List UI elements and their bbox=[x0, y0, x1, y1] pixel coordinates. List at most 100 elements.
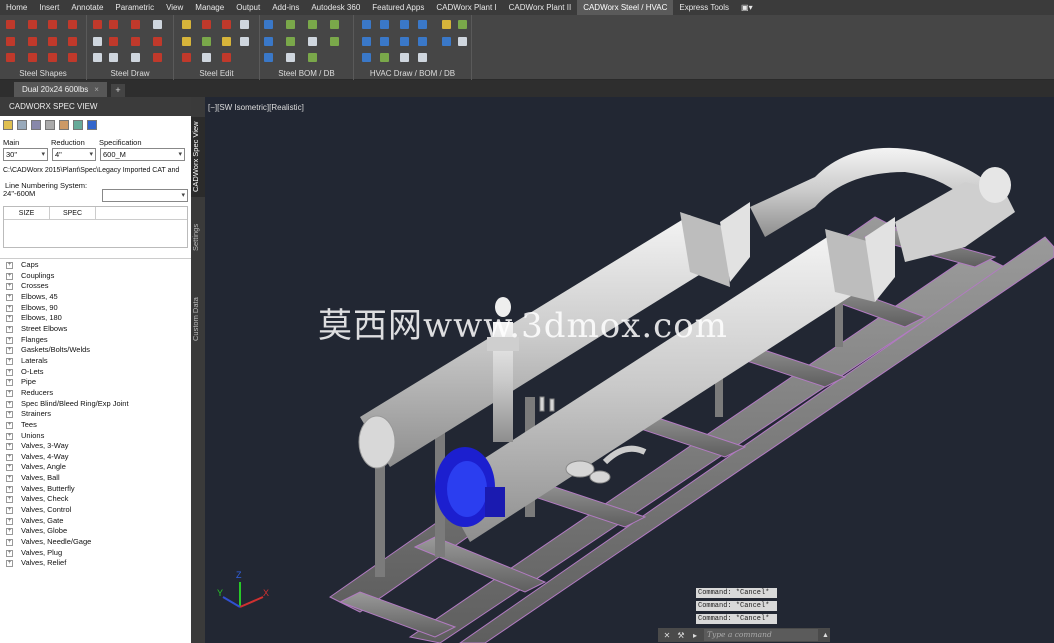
ribbon-tab[interactable]: Output bbox=[230, 0, 266, 15]
tree-item[interactable]: + Crosses bbox=[0, 281, 191, 292]
side-tab-custom-data[interactable]: Custom Data bbox=[191, 292, 205, 347]
tree-item[interactable]: + Elbows, 180 bbox=[0, 313, 191, 324]
expand-icon[interactable]: + bbox=[6, 411, 13, 419]
size-column-header[interactable]: SIZE bbox=[4, 207, 50, 219]
expand-icon[interactable]: + bbox=[6, 560, 13, 568]
ribbon-options-icon[interactable]: ▣▾ bbox=[735, 0, 759, 15]
tree-item[interactable]: + O-Lets bbox=[0, 367, 191, 378]
expand-icon[interactable]: + bbox=[6, 539, 13, 547]
expand-icon[interactable]: + bbox=[6, 549, 13, 557]
steel-shape-icon[interactable] bbox=[28, 20, 37, 29]
ribbon-tab[interactable]: CADWorx Steel / HVAC bbox=[577, 0, 674, 15]
tree-item[interactable]: + Gaskets/Bolts/Welds bbox=[0, 345, 191, 356]
expand-icon[interactable]: + bbox=[6, 464, 13, 472]
expand-icon[interactable]: + bbox=[6, 528, 13, 536]
ribbon-tab[interactable]: Home bbox=[0, 0, 33, 15]
steel-shape-icon[interactable] bbox=[6, 20, 15, 29]
expand-icon[interactable]: + bbox=[6, 475, 13, 483]
tree-item[interactable]: + Unions bbox=[0, 431, 191, 442]
steel-shape-icon[interactable] bbox=[68, 20, 77, 29]
steel-bom-icon[interactable] bbox=[308, 53, 317, 62]
steel-shape-icon[interactable] bbox=[48, 20, 57, 29]
tree-item[interactable]: + Elbows, 45 bbox=[0, 292, 191, 303]
expand-icon[interactable]: + bbox=[6, 443, 13, 451]
ribbon-tab[interactable]: View bbox=[160, 0, 189, 15]
expand-icon[interactable]: + bbox=[6, 315, 13, 323]
hvac-icon[interactable] bbox=[418, 20, 427, 29]
line-numbering-select[interactable] bbox=[102, 189, 188, 202]
steel-shape-icon[interactable] bbox=[68, 53, 77, 62]
tree-item[interactable]: + Spec Blind/Bleed Ring/Exp Joint bbox=[0, 399, 191, 410]
hvac-icon[interactable] bbox=[400, 53, 409, 62]
steel-draw-icon[interactable] bbox=[131, 37, 140, 46]
steel-edit-icon[interactable] bbox=[240, 20, 249, 29]
steel-edit-icon[interactable] bbox=[182, 37, 191, 46]
viewport-controls-label[interactable]: [−][SW Isometric][Realistic] bbox=[208, 103, 304, 112]
steel-bom-icon[interactable] bbox=[286, 37, 295, 46]
wrench-icon[interactable]: ⚒ bbox=[676, 631, 686, 640]
steel-edit-icon[interactable] bbox=[182, 20, 191, 29]
hvac-icon[interactable] bbox=[380, 53, 389, 62]
hvac-icon[interactable] bbox=[362, 53, 371, 62]
expand-icon[interactable]: + bbox=[6, 485, 13, 493]
expand-icon[interactable]: + bbox=[6, 379, 13, 387]
steel-shape-icon[interactable] bbox=[48, 37, 57, 46]
steel-draw-icon[interactable] bbox=[109, 37, 118, 46]
steel-edit-icon[interactable] bbox=[222, 20, 231, 29]
tree-item[interactable]: + Valves, Globe bbox=[0, 526, 191, 537]
steel-draw-icon[interactable] bbox=[109, 53, 118, 62]
tree-item[interactable]: + Reducers bbox=[0, 388, 191, 399]
steel-bom-icon[interactable] bbox=[308, 20, 317, 29]
steel-shape-icon[interactable] bbox=[28, 53, 37, 62]
tree-item[interactable]: + Valves, Angle bbox=[0, 462, 191, 473]
settings-icon[interactable] bbox=[73, 120, 83, 130]
steel-edit-icon[interactable] bbox=[202, 20, 211, 29]
command-prompt-icon[interactable]: ▸ bbox=[690, 631, 700, 640]
hvac-icon[interactable] bbox=[418, 53, 427, 62]
steel-bom-icon[interactable] bbox=[286, 53, 295, 62]
table-icon[interactable] bbox=[31, 120, 41, 130]
expand-icon[interactable]: + bbox=[6, 272, 13, 280]
ribbon-tab[interactable]: Featured Apps bbox=[366, 0, 430, 15]
model-viewport[interactable]: Z X Y [−][SW Isometric][Realistic] 莫西网ww… bbox=[205, 97, 1054, 643]
specification-select[interactable]: 600_M bbox=[100, 148, 185, 161]
steel-draw-icon[interactable] bbox=[153, 37, 162, 46]
expand-icon[interactable]: + bbox=[6, 389, 13, 397]
ribbon-tab[interactable]: Insert bbox=[33, 0, 65, 15]
expand-icon[interactable]: + bbox=[6, 283, 13, 291]
folder-icon[interactable] bbox=[59, 120, 69, 130]
ribbon-tab[interactable]: CADWorx Plant II bbox=[503, 0, 578, 15]
expand-icon[interactable]: + bbox=[6, 262, 13, 269]
refresh-icon[interactable] bbox=[17, 120, 27, 130]
steel-shape-icon[interactable] bbox=[48, 53, 57, 62]
steel-draw-icon[interactable] bbox=[153, 53, 162, 62]
steel-edit-icon[interactable] bbox=[202, 53, 211, 62]
document-tab[interactable]: Dual 20x24 600lbs × bbox=[14, 82, 107, 97]
steel-draw-icon[interactable] bbox=[93, 53, 102, 62]
expand-icon[interactable]: + bbox=[6, 336, 13, 344]
tree-item[interactable]: + Valves, Relief bbox=[0, 558, 191, 569]
steel-shape-icon[interactable] bbox=[6, 53, 15, 62]
steel-draw-icon[interactable] bbox=[131, 53, 140, 62]
steel-bom-icon[interactable] bbox=[330, 37, 339, 46]
help-icon[interactable] bbox=[87, 120, 97, 130]
spec-column-header[interactable]: SPEC bbox=[50, 207, 96, 219]
ribbon-tab[interactable]: Parametric bbox=[109, 0, 160, 15]
steel-shape-icon[interactable] bbox=[28, 37, 37, 46]
steel-bom-icon[interactable] bbox=[264, 53, 273, 62]
steel-bom-icon[interactable] bbox=[308, 37, 317, 46]
command-input[interactable]: Type a command bbox=[704, 629, 818, 641]
steel-edit-icon[interactable] bbox=[222, 37, 231, 46]
tree-item[interactable]: + Strainers bbox=[0, 409, 191, 420]
hvac-icon[interactable] bbox=[442, 37, 451, 46]
tree-item[interactable]: + Valves, Needle/Gage bbox=[0, 537, 191, 548]
expand-icon[interactable]: + bbox=[6, 325, 13, 333]
hvac-icon[interactable] bbox=[442, 20, 451, 29]
hvac-icon[interactable] bbox=[380, 20, 389, 29]
side-tab-settings[interactable]: Settings bbox=[191, 217, 205, 257]
hvac-icon[interactable] bbox=[458, 20, 467, 29]
steel-draw-icon[interactable] bbox=[109, 20, 118, 29]
ribbon-tab[interactable]: Annotate bbox=[65, 0, 109, 15]
tree-item[interactable]: + Valves, 3-Way bbox=[0, 441, 191, 452]
expand-icon[interactable]: + bbox=[6, 304, 13, 312]
